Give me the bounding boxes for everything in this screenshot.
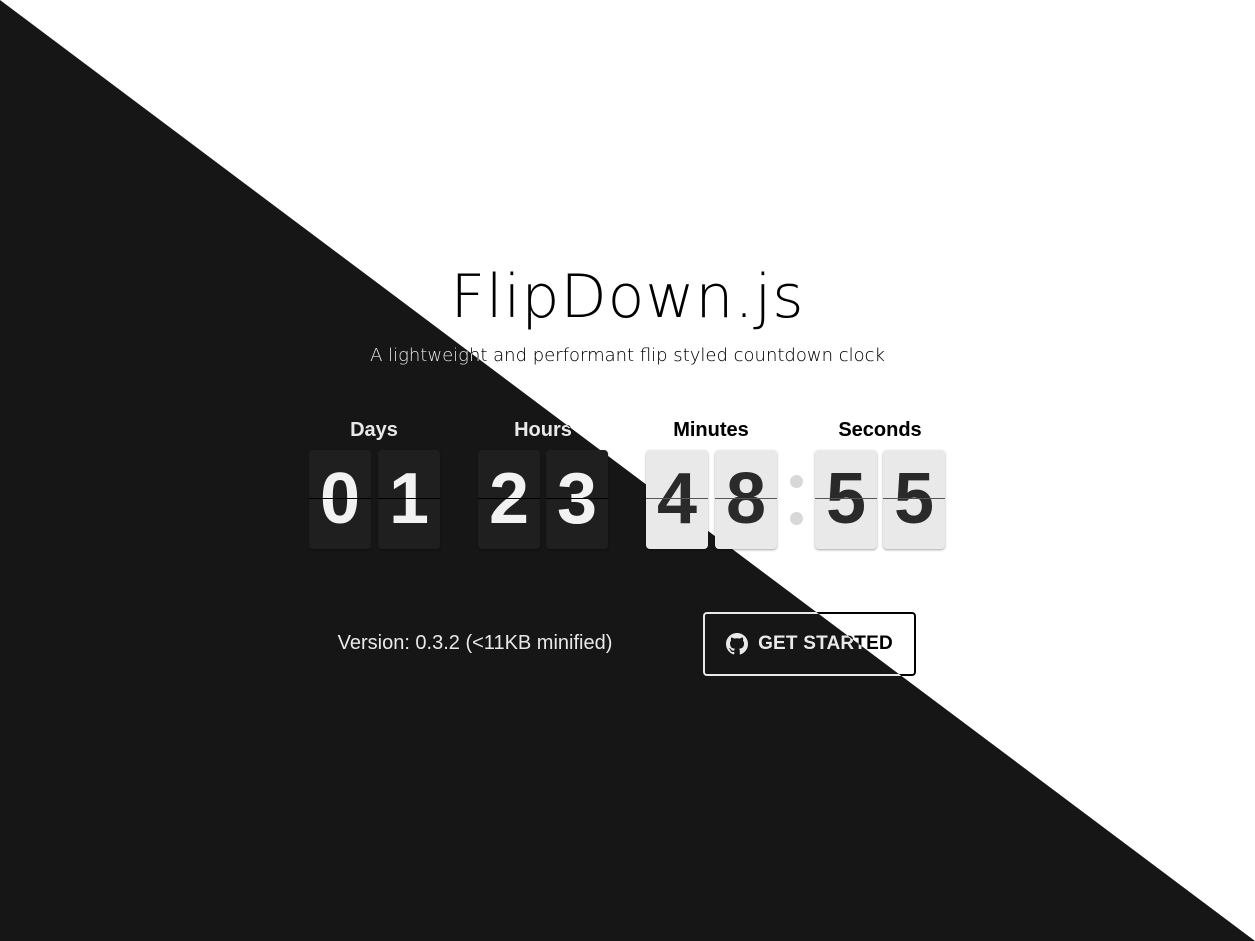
page-subtitle: A lightweight and performant flip styled… <box>370 345 885 366</box>
colon-dot-upper <box>790 475 803 488</box>
seconds-digit-tens: 5 <box>815 450 877 549</box>
days-digit-tens: 0 <box>309 450 371 549</box>
seconds-digit-ones: 5 <box>883 450 945 549</box>
colon-dot-lower <box>790 512 803 525</box>
get-started-button[interactable]: GET STARTED <box>703 612 916 676</box>
hours-label: Hours <box>514 419 572 441</box>
seconds-label: Seconds <box>838 419 922 441</box>
minutes-digit-ones: 8 <box>715 450 777 549</box>
hours-digit-ones: 3 <box>546 450 608 549</box>
minutes-digit-tens: 4 <box>646 450 708 549</box>
version-text: Version: 0.3.2 (<11KB minified) <box>337 632 613 654</box>
page-title: FlipDown.js <box>450 262 805 332</box>
days-digit-ones: 1 <box>378 450 440 549</box>
days-label: Days <box>350 419 398 441</box>
minutes-label: Minutes <box>673 419 749 441</box>
hours-digit-tens: 2 <box>478 450 540 549</box>
get-started-label: GET STARTED <box>758 633 893 654</box>
github-icon <box>726 633 749 655</box>
